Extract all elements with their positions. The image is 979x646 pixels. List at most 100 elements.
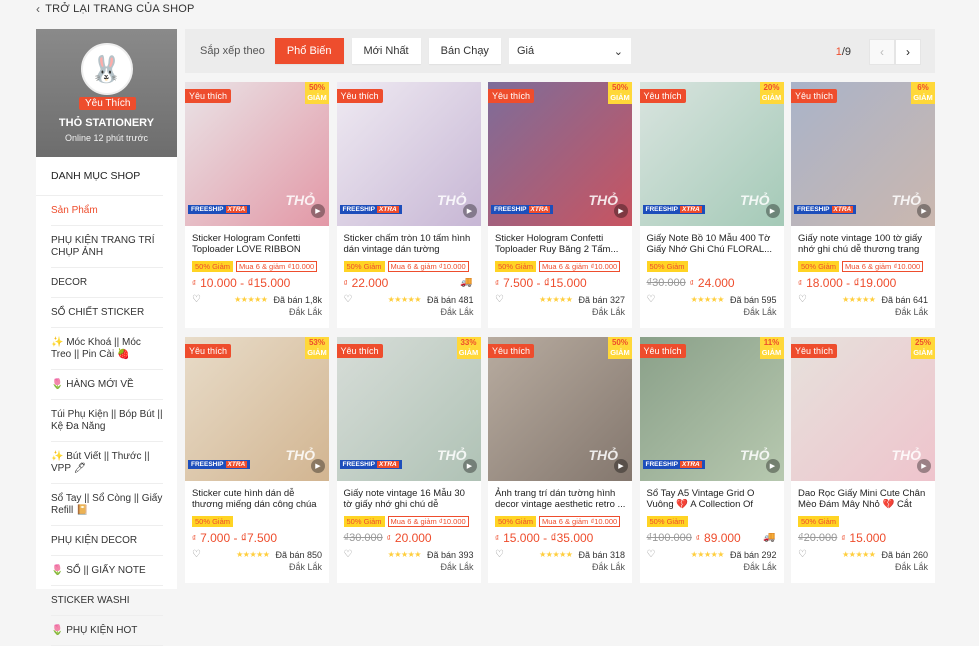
category-item[interactable]: STICKER WASHI (51, 586, 163, 616)
product-image[interactable]: Yêu thích FREESHIP XTRA THỎ ▶ (336, 82, 481, 226)
play-video-icon[interactable]: ▶ (765, 459, 780, 473)
product-image[interactable]: Yêu thích 53% GIẢM FREESHIP XTRA THỎ ▶ (185, 337, 329, 481)
category-item[interactable]: 🌷 SỔ || GIẤY NOTE (51, 556, 163, 586)
product-card[interactable]: Yêu thích 50% GIẢM FREESHIP XTRA THỎ ▶ Sticke… (185, 82, 329, 328)
preferred-shop-badge: Yêu Thích (79, 97, 137, 110)
sort-bestseller-button[interactable]: Bán Chạy (428, 38, 501, 64)
favorite-badge: Yêu thích (336, 344, 383, 358)
discount-badge: 50% GIẢM (608, 337, 632, 359)
sort-newest-button[interactable]: Mới Nhất (351, 38, 421, 64)
product-title[interactable]: Sticker chấm tròn 10 tấm hình dán vintag… (337, 226, 481, 256)
price-sort-select[interactable]: Giá ⌄ (508, 38, 631, 64)
shop-location: Đắk Lắk (743, 562, 777, 572)
heart-icon[interactable]: ♡ (647, 549, 657, 560)
product-image[interactable]: Yêu thích 50% GIẢM FREESHIP XTRA THỎ ▶ (488, 82, 632, 226)
category-item[interactable]: Sản Phẩm (51, 196, 163, 226)
play-video-icon[interactable]: ▶ (917, 204, 931, 218)
product-image[interactable]: Yêu thích 20% GIẢM FREESHIP XTRA THỎ ▶ (639, 82, 784, 226)
product-title[interactable]: Sticker cute hình dán dễ thương miếng dá… (185, 481, 329, 511)
play-video-icon[interactable]: ▶ (311, 204, 325, 218)
discount-badge: 50% GIẢM (305, 82, 329, 104)
promo-tags: 50% Giảm Mua 6 & giảm ₫10.000 (488, 511, 632, 528)
product-title[interactable]: Dao Rọc Giấy Mini Cute Chân Mèo Đám Mây … (791, 481, 935, 511)
heart-icon[interactable]: ♡ (798, 294, 808, 305)
play-video-icon[interactable]: ▶ (462, 459, 477, 473)
category-item[interactable]: PHỤ KIỆN TRANG TRÍ CHỤP ẢNH (51, 226, 163, 268)
product-title[interactable]: Sổ Tay A5 Vintage Grid O Vuông 💔 A Colle… (640, 481, 784, 511)
star-rating-icon: ★★★★★ (842, 550, 876, 559)
product-card[interactable]: Yêu thích 50% GIẢM FREESHIP XTRA THỎ ▶ Sticke… (488, 82, 632, 328)
shop-banner[interactable]: 🐰 Yêu Thích THỎ STATIONERY Online 12 phú… (36, 29, 177, 157)
product-card[interactable]: Yêu thích 25% GIẢM THỎ ▶ Dao Rọc Giấy Mini … (791, 337, 935, 583)
category-item[interactable]: SỔ CHIẾT STICKER (51, 298, 163, 328)
rating-row: ♡ ★★★★★ Đã bán 318 (488, 546, 632, 560)
category-item[interactable]: 🌷 PHỤ KIỆN HOT (51, 616, 163, 646)
category-item[interactable]: Sổ Tay || Sổ Còng || Giấy Refill 📔 (51, 484, 163, 526)
play-video-icon[interactable]: ▶ (614, 459, 628, 473)
play-video-icon[interactable]: ▶ (917, 459, 931, 473)
product-image[interactable]: Yêu thích 6% GIẢM FREESHIP XTRA THỎ ▶ (791, 82, 935, 226)
shop-location: Đắk Lắk (591, 307, 625, 317)
play-video-icon[interactable]: ▶ (765, 204, 780, 218)
product-card[interactable]: Yêu thích 6% GIẢM FREESHIP XTRA THỎ ▶ Giấy no… (791, 82, 935, 328)
product-image[interactable]: Yêu thích 25% GIẢM THỎ ▶ (791, 337, 935, 481)
product-card[interactable]: Yêu thích 53% GIẢM FREESHIP XTRA THỎ ▶ Sticke… (185, 337, 329, 583)
sort-label: Sắp xếp theo (200, 45, 265, 57)
product-title[interactable]: Ảnh trang trí dán tường hình decor vinta… (488, 481, 632, 511)
play-video-icon[interactable]: ▶ (311, 459, 325, 473)
heart-icon[interactable]: ♡ (344, 294, 354, 305)
product-image[interactable]: Yêu thích 50% GIẢM THỎ ▶ (488, 337, 632, 481)
heart-icon[interactable]: ♡ (344, 549, 354, 560)
product-title[interactable]: Giấy Note Bồ 10 Mẫu 400 Tờ Giấy Nhớ Ghi … (640, 226, 784, 256)
category-item[interactable]: PHỤ KIỆN DECOR (51, 526, 163, 556)
heart-icon[interactable]: ♡ (192, 549, 202, 560)
heart-icon[interactable]: ♡ (495, 549, 505, 560)
discount-tag: 50% Giảm (343, 261, 385, 272)
currency-sign: ₫ (695, 533, 701, 543)
discount-suffix: GIẢM (913, 348, 933, 357)
current-price: 20.000 (394, 531, 432, 545)
product-image[interactable]: Yêu thích 11% GIẢM FREESHIP XTRA THỎ ▶ (639, 337, 784, 481)
category-item[interactable]: ✨ Móc Khoá || Móc Treo || Pin Cài 🍓 (51, 328, 163, 370)
shop-avatar[interactable]: 🐰 (80, 43, 133, 95)
product-card[interactable]: Yêu thích 33% GIẢM FREESHIP XTRA THỎ ▶ Giấy n… (336, 337, 481, 583)
product-title[interactable]: Sticker Hologram Confetti Toploader Ruy … (488, 226, 632, 256)
product-title[interactable]: Giấy note vintage 16 Mẫu 30 tờ giấy nhớ … (337, 481, 481, 511)
category-item[interactable]: Túi Phụ Kiện || Bóp Bút || Kệ Đa Năng (51, 400, 163, 442)
shop-name[interactable]: THỎ STATIONERY (59, 117, 154, 129)
product-card[interactable]: Yêu thích 20% GIẢM FREESHIP XTRA THỎ ▶ Giấy N… (639, 82, 784, 328)
product-card[interactable]: Yêu thích FREESHIP XTRA THỎ ▶ Sticker chấm … (336, 82, 481, 328)
product-title[interactable]: Giấy note vintage 100 tờ giấy nhớ ghi ch… (791, 226, 935, 256)
discount-suffix: GIẢM (913, 93, 933, 102)
shop-watermark: THỎ (739, 447, 770, 463)
discount-value: 50% (308, 83, 325, 92)
category-item[interactable]: 🌷 HÀNG MỚI VỀ (51, 370, 163, 400)
product-image[interactable]: Yêu thích 50% GIẢM FREESHIP XTRA THỎ ▶ (185, 82, 329, 226)
price-row: ₫ 22.000 (337, 273, 481, 291)
back-to-shop-link[interactable]: ‹ TRỞ LẠI TRANG CỦA SHOP (36, 2, 195, 16)
prev-page-button[interactable]: ‹ (869, 39, 895, 65)
sort-popular-button[interactable]: Phổ Biến (274, 38, 344, 64)
heart-icon[interactable]: ♡ (495, 294, 505, 305)
bundle-deal-tag: Mua 6 & giảm ₫10.000 (539, 516, 621, 527)
current-price: 15.000 - ₫35.000 (503, 531, 594, 545)
heart-icon[interactable]: ♡ (647, 294, 657, 305)
play-video-icon[interactable]: ▶ (614, 204, 628, 218)
promo-tags: 50% Giảm (640, 511, 784, 528)
discount-suffix: GIẢM (610, 93, 630, 102)
shop-watermark: THỎ (588, 192, 618, 208)
discount-value: 50% (611, 338, 628, 347)
heart-icon[interactable]: ♡ (798, 549, 808, 560)
heart-icon[interactable]: ♡ (192, 294, 202, 305)
product-card[interactable]: Yêu thích 50% GIẢM THỎ ▶ Ảnh trang trí dán … (488, 337, 632, 583)
price-row: ₫20.000 ₫ 15.000 (791, 528, 935, 546)
category-item[interactable]: ✨ Bút Viết || Thước || VPP 🖊 (51, 442, 163, 484)
product-card[interactable]: Yêu thích 11% GIẢM FREESHIP XTRA THỎ ▶ Sổ Tay… (639, 337, 784, 583)
shop-sidebar: 🐰 Yêu Thích THỎ STATIONERY Online 12 phú… (36, 29, 177, 646)
category-item[interactable]: DECOR (51, 268, 163, 298)
freeship-label: FREESHIP (342, 461, 376, 468)
product-image[interactable]: Yêu thích 33% GIẢM FREESHIP XTRA THỎ ▶ (336, 337, 481, 481)
next-page-button[interactable]: › (895, 39, 921, 65)
product-title[interactable]: Sticker Hologram Confetti Toploader LOVE… (185, 226, 329, 256)
play-video-icon[interactable]: ▶ (462, 204, 477, 218)
